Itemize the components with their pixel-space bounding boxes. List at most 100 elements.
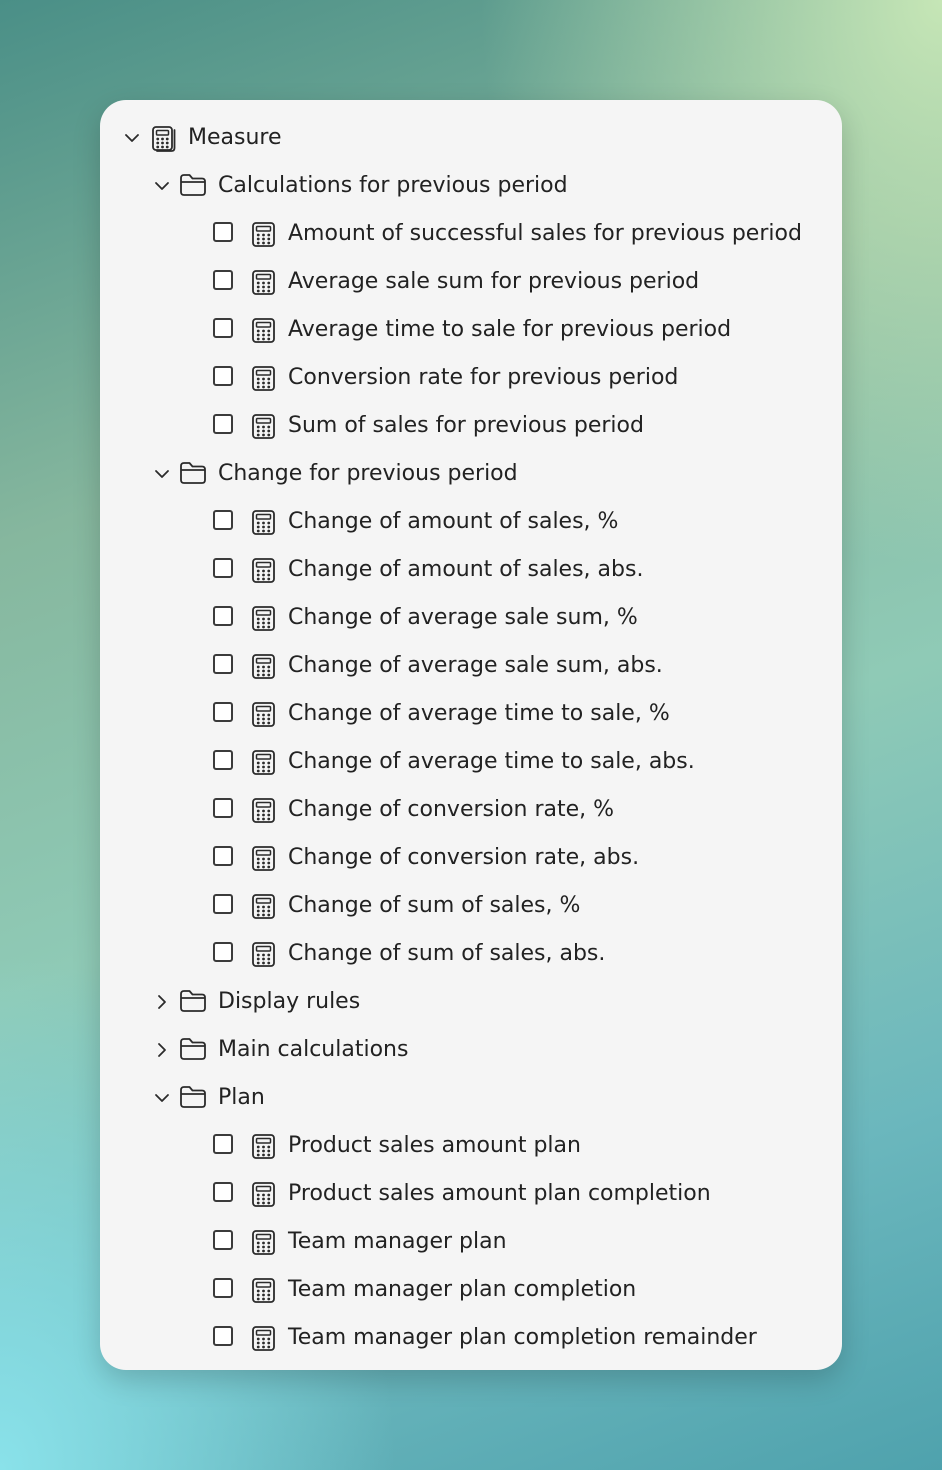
tree-item[interactable]: Change of average time to sale, abs.: [100, 738, 842, 786]
tree-folder[interactable]: Change for previous period: [100, 450, 842, 498]
item-checkbox[interactable]: [213, 318, 233, 338]
tree-node-label: Change of average time to sale, abs.: [288, 749, 695, 774]
calculator-icon: [251, 653, 277, 680]
tree-item[interactable]: Team manager plan completion: [100, 1266, 842, 1314]
calculator-icon: [251, 1229, 277, 1256]
tree-node-label: Change of average time to sale, %: [288, 701, 670, 726]
tree-node-label: Calculations for previous period: [218, 173, 568, 198]
tree-item[interactable]: Change of sum of sales, abs.: [100, 930, 842, 978]
item-checkbox[interactable]: [213, 942, 233, 962]
tree-item[interactable]: Change of conversion rate, %: [100, 786, 842, 834]
tree-item[interactable]: Team manager plan: [100, 1218, 842, 1266]
tree-item[interactable]: Product sales amount plan completion: [100, 1170, 842, 1218]
calculator-stack-icon: [151, 125, 177, 152]
tree-item[interactable]: Change of conversion rate, abs.: [100, 834, 842, 882]
calculator-icon: [251, 1133, 277, 1160]
tree-item[interactable]: Product sales amount plan: [100, 1122, 842, 1170]
item-checkbox[interactable]: [213, 510, 233, 530]
calculator-icon: [251, 557, 277, 584]
item-checkbox[interactable]: [213, 798, 233, 818]
tree-node-label: Change of average sale sum, %: [288, 605, 638, 630]
folder-icon: [179, 1037, 207, 1061]
tree-node-label: Change of average sale sum, abs.: [288, 653, 663, 678]
tree-folder[interactable]: Display rules: [100, 978, 842, 1026]
tree-node-label: Display rules: [218, 989, 361, 1014]
folder-icon: [179, 1085, 207, 1109]
tree-item[interactable]: Amount of successful sales for previous …: [100, 210, 842, 258]
tree-node-label: Conversion rate for previous period: [288, 365, 679, 390]
tree-item[interactable]: Change of sum of sales, %: [100, 882, 842, 930]
item-checkbox[interactable]: [213, 414, 233, 434]
tree-node-label: Change of sum of sales, %: [288, 893, 581, 918]
chevron-down-icon[interactable]: [124, 130, 140, 146]
tree-node-label: Average sale sum for previous period: [288, 269, 700, 294]
tree-node-label: Team manager plan completion: [288, 1277, 637, 1302]
tree-item[interactable]: Average sale sum for previous period: [100, 258, 842, 306]
chevron-right-icon[interactable]: [154, 994, 170, 1010]
item-checkbox[interactable]: [213, 1230, 233, 1250]
chevron-down-icon[interactable]: [154, 178, 170, 194]
calculator-icon: [251, 893, 277, 920]
tree-node-label: Change of amount of sales, %: [288, 509, 619, 534]
folder-icon: [179, 173, 207, 197]
calculator-icon: [251, 701, 277, 728]
folder-icon: [179, 989, 207, 1013]
chevron-down-icon[interactable]: [154, 466, 170, 482]
item-checkbox[interactable]: [213, 654, 233, 674]
calculator-icon: [251, 941, 277, 968]
tree-node-label: Product sales amount plan completion: [288, 1181, 711, 1206]
tree-node-label: Change of amount of sales, abs.: [288, 557, 644, 582]
item-checkbox[interactable]: [213, 270, 233, 290]
tree-node-measure[interactable]: Measure: [100, 114, 842, 162]
calculator-icon: [251, 509, 277, 536]
tree-node-label: Team manager plan: [288, 1229, 507, 1254]
calculator-icon: [251, 221, 277, 248]
item-checkbox[interactable]: [213, 222, 233, 242]
tree-item[interactable]: Change of average time to sale, %: [100, 690, 842, 738]
item-checkbox[interactable]: [213, 702, 233, 722]
tree-node-label: Plan: [218, 1085, 265, 1110]
item-checkbox[interactable]: [213, 750, 233, 770]
calculator-icon: [251, 605, 277, 632]
tree-node-label: Team manager plan completion remainder: [288, 1325, 757, 1350]
tree-folder[interactable]: Calculations for previous period: [100, 162, 842, 210]
tree-node-label: Change for previous period: [218, 461, 518, 486]
calculator-icon: [251, 413, 277, 440]
tree-item[interactable]: Change of amount of sales, %: [100, 498, 842, 546]
tree-item[interactable]: Change of average sale sum, abs.: [100, 642, 842, 690]
tree-item[interactable]: Average time to sale for previous period: [100, 306, 842, 354]
tree-folder[interactable]: Main calculations: [100, 1026, 842, 1074]
calculator-icon: [251, 1325, 277, 1352]
calculator-icon: [251, 365, 277, 392]
tree-item[interactable]: Sum of sales for previous period: [100, 402, 842, 450]
tree-node-label: Change of sum of sales, abs.: [288, 941, 606, 966]
tree-item[interactable]: Conversion rate for previous period: [100, 354, 842, 402]
item-checkbox[interactable]: [213, 894, 233, 914]
tree-node-label: Change of conversion rate, %: [288, 797, 615, 822]
calculator-icon: [251, 845, 277, 872]
chevron-down-icon[interactable]: [154, 1090, 170, 1106]
tree-item[interactable]: Change of average sale sum, %: [100, 594, 842, 642]
tree-node-label: Change of conversion rate, abs.: [288, 845, 640, 870]
chevron-right-icon[interactable]: [154, 1042, 170, 1058]
calculator-icon: [251, 1277, 277, 1304]
tree-item[interactable]: Change of amount of sales, abs.: [100, 546, 842, 594]
item-checkbox[interactable]: [213, 1278, 233, 1298]
calculator-icon: [251, 1181, 277, 1208]
item-checkbox[interactable]: [213, 606, 233, 626]
tree-node-label: Main calculations: [218, 1037, 409, 1062]
calculator-icon: [251, 797, 277, 824]
tree-node-label: Sum of sales for previous period: [288, 413, 644, 438]
tree-node-label: Product sales amount plan: [288, 1133, 581, 1158]
calculator-icon: [251, 269, 277, 296]
tree-folder[interactable]: Plan: [100, 1074, 842, 1122]
item-checkbox[interactable]: [213, 558, 233, 578]
item-checkbox[interactable]: [213, 1326, 233, 1346]
folder-icon: [179, 461, 207, 485]
item-checkbox[interactable]: [213, 366, 233, 386]
tree-node-label: Average time to sale for previous period: [288, 317, 732, 342]
item-checkbox[interactable]: [213, 1182, 233, 1202]
tree-item[interactable]: Team manager plan completion remainder: [100, 1314, 842, 1362]
item-checkbox[interactable]: [213, 846, 233, 866]
item-checkbox[interactable]: [213, 1134, 233, 1154]
